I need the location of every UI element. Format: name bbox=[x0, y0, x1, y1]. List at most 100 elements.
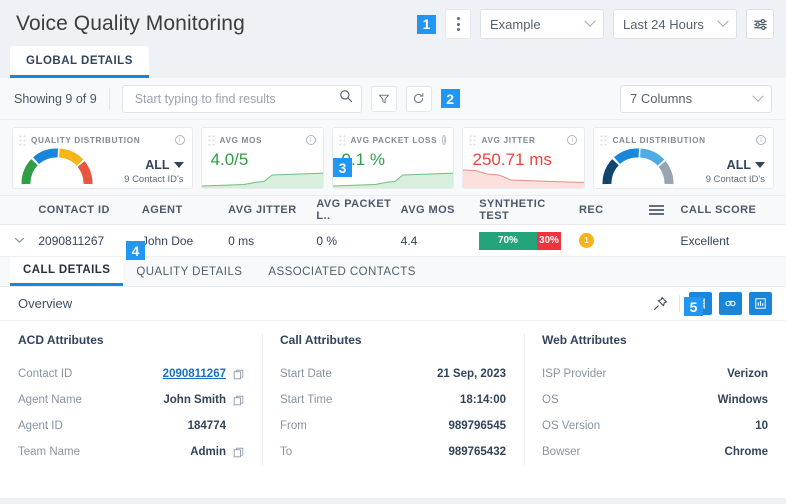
attribute-row: Start Date 21 Sep, 2023 bbox=[280, 361, 506, 387]
cell-rec: 1 bbox=[578, 233, 633, 248]
chevron-double-down-icon[interactable] bbox=[0, 234, 38, 247]
card-title: AVG MOS bbox=[219, 135, 263, 145]
attribute-value: Verizon bbox=[727, 368, 768, 380]
annotation-badge-2: 2 bbox=[440, 89, 460, 108]
chevron-down-icon bbox=[752, 90, 764, 102]
cell-avg-packet-loss: 0 % bbox=[316, 233, 337, 248]
col-avg-packet-loss[interactable]: AVG PACKET L.. bbox=[316, 198, 400, 222]
drag-grip-icon[interactable] bbox=[600, 134, 608, 146]
attribute-key: ISP Provider bbox=[542, 368, 607, 380]
time-range-value: Last 24 Hours bbox=[623, 16, 704, 32]
attribute-row: OS Windows bbox=[542, 387, 768, 413]
gauge-body: ALL 9 Contact ID's bbox=[594, 147, 773, 188]
col-call-score[interactable]: CALL SCORE bbox=[681, 204, 786, 216]
card-call-distribution[interactable]: CALL DISTRIBUTION i ALL 9 Contact ID's bbox=[593, 127, 774, 189]
drag-grip-icon[interactable] bbox=[469, 134, 477, 146]
attribute-key: Contact ID bbox=[18, 368, 73, 380]
search-icon[interactable] bbox=[339, 89, 353, 108]
tab-associated-contacts[interactable]: ASSOCIATED CONTACTS bbox=[255, 257, 428, 286]
cell-avg-mos: 4.4 bbox=[400, 233, 418, 248]
annotation-badge-3: 3 bbox=[333, 158, 352, 177]
copy-icon[interactable] bbox=[233, 369, 244, 380]
attribute-key: Agent ID bbox=[18, 420, 63, 432]
drag-grip-icon[interactable] bbox=[338, 134, 346, 146]
drag-grip-icon[interactable] bbox=[207, 134, 215, 146]
gauge-summary: ALL 9 Contact ID's bbox=[706, 158, 765, 186]
example-select[interactable]: Example bbox=[480, 9, 604, 39]
tab-quality-details[interactable]: QUALITY DETAILS bbox=[123, 257, 255, 286]
audio-icon[interactable] bbox=[719, 292, 742, 315]
attribute-value: Windows bbox=[717, 394, 768, 406]
cell-call-score: Excellent bbox=[680, 233, 730, 248]
gauge-filter[interactable]: ALL bbox=[706, 158, 765, 172]
info-icon[interactable]: i bbox=[305, 135, 316, 145]
card-quality-distribution[interactable]: QUALITY DISTRIBUTION i ALL 9 Contact ID'… bbox=[12, 127, 193, 189]
gauge-filter-label: ALL bbox=[726, 158, 751, 172]
info-icon[interactable]: i bbox=[755, 135, 766, 145]
attribute-row: Agent ID 184774 bbox=[18, 413, 244, 439]
attribute-row: To 989765432 bbox=[280, 439, 506, 465]
column-menu-icon[interactable] bbox=[633, 205, 681, 215]
search-box[interactable] bbox=[121, 84, 362, 113]
attribute-key: OS bbox=[542, 394, 559, 406]
gauge-subtext: 9 Contact ID's bbox=[124, 174, 184, 185]
columns-select[interactable]: 7 Columns bbox=[620, 84, 772, 113]
attribute-row: Agent Name John Smith bbox=[18, 387, 244, 413]
attribute-value: 184774 bbox=[187, 420, 226, 432]
synthetic-pass: 70% bbox=[479, 231, 537, 250]
attribute-row: Start Time 18:14:00 bbox=[280, 387, 506, 413]
info-icon[interactable]: i bbox=[174, 135, 185, 145]
attribute-key: Start Time bbox=[280, 394, 333, 406]
attribute-value[interactable]: 2090811267 bbox=[163, 368, 226, 380]
time-range-select[interactable]: Last 24 Hours bbox=[613, 9, 737, 39]
synthetic-fail: 30% bbox=[536, 231, 562, 250]
info-icon[interactable]: i bbox=[567, 135, 578, 145]
cell-avg-jitter: 0 ms bbox=[228, 233, 255, 248]
triangle-down-icon bbox=[173, 162, 184, 168]
tab-call-details[interactable]: CALL DETAILS bbox=[10, 257, 124, 286]
table-row[interactable]: 2090811267 John Doe 0 ms 0 % 4.4 70% 30%… bbox=[0, 225, 786, 257]
card-avg-jitter[interactable]: AVG JITTER i 250.71 ms bbox=[462, 127, 586, 189]
col-contact-id[interactable]: CONTACT ID bbox=[38, 204, 142, 216]
card-header: AVG MOS i bbox=[202, 128, 323, 147]
chart-icon[interactable] bbox=[749, 292, 772, 315]
gauge-body: ALL 9 Contact ID's bbox=[13, 147, 192, 188]
pin-icon[interactable] bbox=[650, 294, 670, 314]
rec-badge[interactable]: 1 bbox=[578, 233, 594, 248]
cell-agent: John Doe bbox=[141, 233, 194, 248]
col-avg-mos[interactable]: AVG MOS bbox=[401, 204, 480, 216]
attribute-key: Bowser bbox=[542, 446, 581, 458]
gauge-filter[interactable]: ALL bbox=[124, 158, 184, 172]
cell-synthetic-test: 70% 30% bbox=[479, 231, 579, 250]
kebab-menu-icon[interactable] bbox=[445, 9, 471, 39]
copy-icon[interactable] bbox=[233, 395, 244, 406]
sliders-icon[interactable] bbox=[746, 9, 774, 39]
example-select-value: Example bbox=[490, 16, 541, 32]
col-synthetic-test[interactable]: SYNTHETIC TEST bbox=[479, 198, 579, 222]
attribute-key: From bbox=[280, 420, 307, 432]
info-icon[interactable]: i bbox=[442, 135, 447, 145]
attribute-key: OS Version bbox=[542, 420, 601, 432]
tab-global-details[interactable]: GLOBAL DETAILS bbox=[10, 46, 149, 78]
attribute-row: From 989796545 bbox=[280, 413, 506, 439]
funnel-icon[interactable] bbox=[370, 85, 397, 112]
attribute-key: To bbox=[280, 446, 293, 458]
copy-icon[interactable] bbox=[233, 447, 244, 458]
col-agent[interactable]: AGENT bbox=[142, 204, 228, 216]
synthetic-test-bar: 70% 30% bbox=[479, 231, 562, 250]
refresh-icon[interactable] bbox=[405, 85, 432, 112]
card-avg-mos[interactable]: AVG MOS i 4.0/5 bbox=[200, 127, 324, 189]
gauge-summary: ALL 9 Contact ID's bbox=[124, 158, 184, 186]
attribute-row: ISP Provider Verizon bbox=[542, 361, 768, 387]
gauge-subtext: 9 Contact ID's bbox=[705, 174, 765, 185]
attribute-key: Start Date bbox=[280, 368, 332, 380]
col-rec[interactable]: REC bbox=[579, 204, 633, 216]
metric-value: 250.71 ms bbox=[472, 150, 552, 169]
attribute-value: 18:14:00 bbox=[459, 394, 506, 406]
col-avg-jitter[interactable]: AVG JITTER bbox=[228, 204, 316, 216]
search-input[interactable] bbox=[134, 91, 339, 106]
drag-grip-icon[interactable] bbox=[19, 134, 26, 146]
web-attributes-column: Web Attributes ISP Provider Verizon OS W… bbox=[524, 333, 786, 465]
app-root: Voice Quality Monitoring 1 Example Last … bbox=[0, 0, 786, 504]
call-attributes-heading: Call Attributes bbox=[280, 333, 362, 347]
